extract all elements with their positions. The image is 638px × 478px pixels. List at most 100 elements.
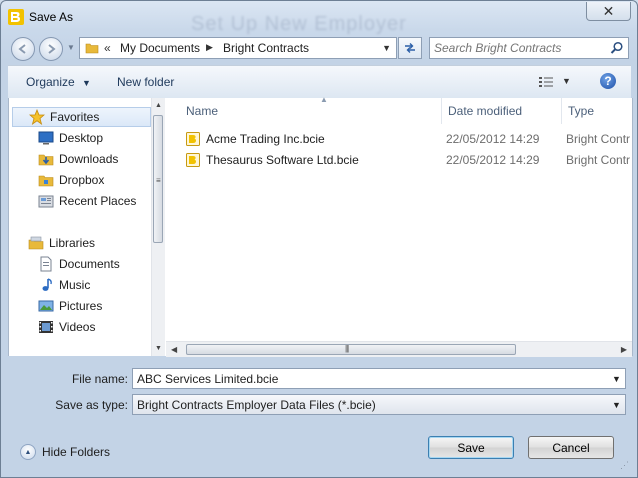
- help-icon[interactable]: ?: [600, 73, 616, 89]
- back-arrow-icon: [18, 44, 26, 54]
- file-name-label: File name:: [71, 372, 128, 386]
- cancel-button[interactable]: Cancel: [528, 436, 614, 459]
- tree-label: Desktop: [59, 131, 104, 145]
- title-bar[interactable]: Save As Set Up New Employer ✕: [1, 1, 637, 35]
- collapse-up-icon: ▲: [20, 444, 36, 460]
- breadcrumb-overflow[interactable]: «: [104, 41, 111, 55]
- close-button[interactable]: ✕: [586, 2, 631, 21]
- search-input[interactable]: [434, 40, 606, 56]
- scroll-up-icon[interactable]: ▲: [155, 102, 162, 109]
- documents-icon: [40, 256, 52, 272]
- forward-arrow-icon: [48, 44, 56, 54]
- scroll-right-icon[interactable]: ▶: [621, 345, 627, 354]
- chevron-down-icon[interactable]: ▼: [608, 395, 625, 414]
- videos-icon: [39, 321, 53, 333]
- save-as-type-select[interactable]: Bright Contracts Employer Data Files (*.…: [132, 394, 626, 415]
- navigation-bar: ▼ « My Documents ▶ Bright Contracts ▼: [1, 33, 637, 63]
- address-bar[interactable]: « My Documents ▶ Bright Contracts ▼: [79, 37, 397, 59]
- file-date: 22/05/2012 14:29: [446, 153, 540, 167]
- save-button[interactable]: Save: [428, 436, 514, 459]
- hide-folders-label: Hide Folders: [42, 445, 111, 459]
- downloads-folder-icon: [38, 154, 54, 166]
- libraries-label: Libraries: [49, 236, 96, 250]
- file-name: Acme Trading Inc.bcie: [206, 132, 325, 146]
- tree-item-libraries[interactable]: Libraries: [28, 233, 170, 253]
- scroll-left-icon[interactable]: ◀: [171, 345, 177, 354]
- save-as-dialog: Save As Set Up New Employer ✕ ▼ « My Doc…: [0, 0, 638, 478]
- column-type-label: Type: [568, 104, 595, 118]
- column-date-label: Date modified: [448, 104, 523, 118]
- tree-label: Documents: [59, 257, 120, 271]
- music-icon: [42, 278, 52, 291]
- favorites-star-icon: [29, 109, 45, 125]
- window-title: Save As: [29, 10, 74, 24]
- file-name: Thesaurus Software Ltd.bcie: [206, 153, 359, 167]
- bright-contracts-app-icon: [8, 9, 24, 25]
- pictures-icon: [38, 300, 54, 312]
- new-folder-button[interactable]: New folder: [117, 75, 174, 89]
- navigation-pane-scrollbar[interactable]: ▲ ≡ ▼: [151, 98, 165, 356]
- tree-label: Pictures: [59, 299, 103, 313]
- file-list: Name ▲ Date modified Type Acme Trading I…: [166, 95, 632, 357]
- tree-label: Downloads: [59, 152, 119, 166]
- organize-menu-button[interactable]: Organize ▼: [26, 75, 91, 89]
- address-dropdown-icon[interactable]: ▼: [382, 43, 391, 53]
- grip-icon: |||: [345, 344, 349, 353]
- recent-places-icon: [38, 195, 54, 208]
- bcie-file-icon: [186, 153, 200, 167]
- file-type: Bright Contr: [566, 132, 631, 146]
- column-header-date-modified[interactable]: Date modified: [442, 98, 562, 124]
- column-name-label: Name: [186, 104, 219, 118]
- save-as-type-value: Bright Contracts Employer Data Files (*.…: [137, 398, 376, 412]
- save-form: File name: ABC Services Limited.bcie ▼ S…: [8, 358, 631, 420]
- dropbox-folder-icon: [38, 175, 54, 187]
- breadcrumb-my-documents[interactable]: My Documents: [120, 41, 200, 55]
- dialog-footer: ▲ Hide Folders Save Cancel ⋰: [8, 427, 631, 473]
- grip-icon: ≡: [156, 176, 161, 185]
- view-options-dropdown[interactable]: ▼: [562, 76, 571, 86]
- chevron-down-icon[interactable]: ▼: [608, 369, 625, 388]
- hide-folders-toggle[interactable]: ▲ Hide Folders: [20, 444, 110, 460]
- file-row[interactable]: Thesaurus Software Ltd.bcie 22/05/2012 1…: [186, 150, 632, 170]
- tree-label: Music: [59, 278, 91, 292]
- tree-label: Recent Places: [59, 194, 137, 208]
- command-bar: Organize ▼ New folder ▼ ?: [8, 65, 631, 99]
- file-list-horizontal-scrollbar[interactable]: ◀ ||| ▶: [166, 341, 632, 357]
- search-box[interactable]: [429, 37, 629, 59]
- tree-label: Dropbox: [59, 173, 105, 187]
- save-as-type-label: Save as type:: [55, 398, 128, 412]
- close-icon: ✕: [602, 2, 615, 19]
- navigation-pane: Favorites Desktop Downloads Dropbox Rece…: [9, 98, 165, 356]
- breadcrumb-bright-contracts[interactable]: Bright Contracts: [223, 41, 309, 55]
- scrollbar-thumb[interactable]: ≡: [153, 115, 163, 243]
- back-button[interactable]: [11, 37, 35, 61]
- file-name-input[interactable]: ABC Services Limited.bcie: [137, 372, 278, 386]
- file-type: Bright Contr: [566, 153, 631, 167]
- file-date: 22/05/2012 14:29: [446, 132, 540, 146]
- column-header-name[interactable]: Name ▲: [180, 95, 442, 124]
- sort-ascending-icon: ▲: [320, 95, 328, 104]
- file-row[interactable]: Acme Trading Inc.bcie 22/05/2012 14:29 B…: [186, 129, 632, 149]
- column-header-type[interactable]: Type: [562, 98, 632, 124]
- content-area: Favorites Desktop Downloads Dropbox Rece…: [8, 95, 633, 357]
- tree-label: Videos: [59, 320, 96, 334]
- refresh-icon: [405, 43, 415, 53]
- forward-button[interactable]: [39, 37, 63, 61]
- recent-pages-dropdown[interactable]: ▼: [67, 43, 75, 52]
- refresh-button[interactable]: [398, 37, 422, 59]
- change-view-icon[interactable]: [538, 76, 554, 88]
- folder-icon: [85, 43, 99, 54]
- scroll-down-icon[interactable]: ▼: [155, 345, 162, 352]
- bcie-file-icon: [186, 132, 200, 146]
- favorites-label: Favorites: [50, 110, 100, 124]
- breadcrumb-separator-icon[interactable]: ▶: [206, 42, 213, 53]
- libraries-icon: [28, 236, 44, 250]
- resize-grip-icon[interactable]: ⋰: [620, 460, 629, 471]
- scrollbar-thumb[interactable]: |||: [186, 344, 516, 355]
- tree-item-favorites[interactable]: Favorites: [12, 107, 151, 127]
- search-icon[interactable]: [610, 41, 624, 55]
- chevron-down-icon: ▼: [82, 78, 91, 88]
- file-name-combobox[interactable]: ABC Services Limited.bcie ▼: [132, 368, 626, 389]
- desktop-icon: [38, 131, 54, 145]
- organize-label: Organize: [26, 75, 75, 89]
